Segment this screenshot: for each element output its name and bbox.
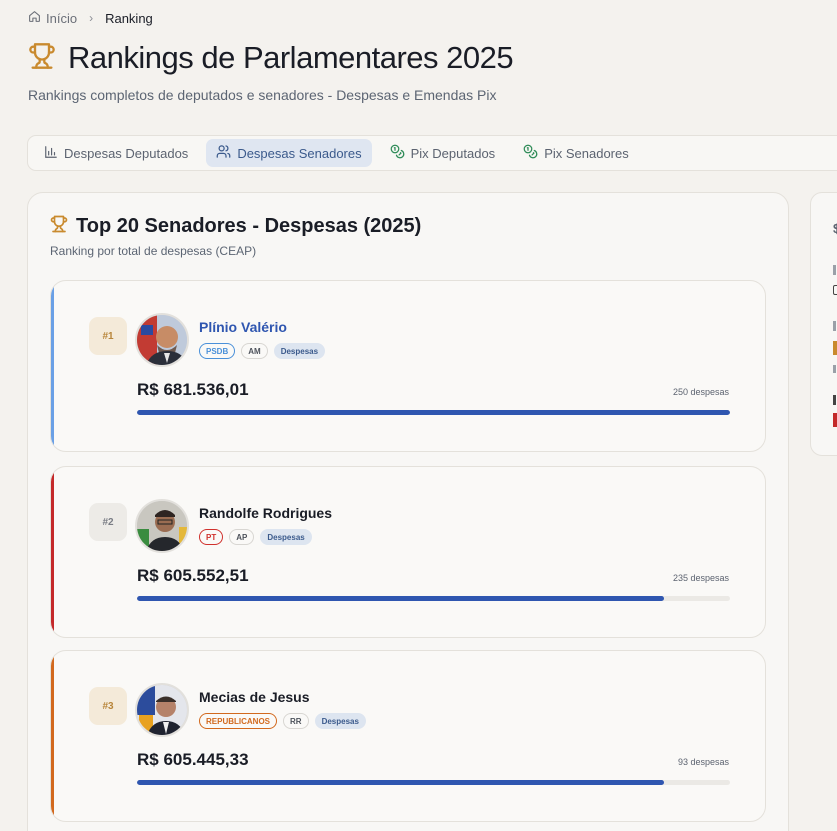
- section-header: Top 20 Senadores - Despesas (2025): [50, 215, 421, 238]
- state-tag: AM: [241, 343, 268, 359]
- summary-label-fragment: [833, 321, 836, 331]
- expense-count: 235 despesas: [672, 573, 729, 583]
- avatar: [135, 683, 189, 737]
- category-tag: Despesas: [273, 343, 326, 359]
- summary-value-fragment: [833, 413, 837, 427]
- expense-total: R$ 605.552,51: [137, 566, 249, 585]
- progress-bar: [137, 410, 730, 415]
- progress-bar: [137, 780, 730, 785]
- tag-list: PSDB AM Despesas: [199, 343, 326, 359]
- tab-label: Despesas Deputados: [64, 145, 189, 161]
- state-tag: RR: [283, 713, 309, 729]
- section-title: Top 20 Senadores - Despesas (2025): [76, 215, 422, 237]
- senator-name[interactable]: Mecias de Jesus: [199, 689, 310, 705]
- breadcrumb: Início › Ranking: [28, 10, 153, 26]
- rank-accent-stripe: [51, 281, 54, 451]
- rank-badge: #2: [89, 503, 127, 541]
- tab-despesas-deputados[interactable]: Despesas Deputados: [34, 139, 198, 167]
- avatar: [135, 313, 189, 367]
- home-icon: [28, 10, 41, 26]
- tab-label: Pix Senadores: [544, 145, 629, 161]
- bar-chart-icon: [44, 145, 58, 162]
- senators-ranking-card: Top 20 Senadores - Despesas (2025) Ranki…: [27, 192, 789, 831]
- summary-value-fragment: [833, 341, 837, 355]
- calendar-icon: [833, 285, 837, 295]
- state-tag: AP: [229, 529, 255, 545]
- ranking-item[interactable]: #2 Randolfe Rodrigues PT AP Despesas R$ …: [50, 466, 766, 638]
- summary-label-fragment: [833, 265, 836, 275]
- rank-accent-stripe: [51, 651, 54, 821]
- chevron-right-icon: ›: [89, 11, 94, 25]
- expense-total: R$ 605.445,33: [137, 750, 249, 769]
- coins-icon: [523, 144, 538, 162]
- category-tag: Despesas: [260, 529, 312, 545]
- party-tag: PT: [199, 529, 224, 545]
- tab-label: Despesas Senadores: [237, 145, 362, 161]
- ranking-item[interactable]: #3 Mecias de Jesus REPUBLICANOS RR Despe…: [50, 650, 766, 822]
- summary-icon: $: [833, 221, 837, 236]
- progress-fill: [137, 410, 730, 415]
- breadcrumb-home-label: Início: [46, 10, 78, 26]
- category-tag: Despesas: [314, 713, 366, 729]
- tab-despesas-senadores[interactable]: Despesas Senadores: [206, 139, 372, 167]
- ranking-item[interactable]: #1 Plínio Valério PSDB AM Despesas R$ 68…: [50, 280, 766, 452]
- progress-fill: [137, 780, 664, 785]
- tag-list: PT AP Despesas: [199, 529, 312, 545]
- expense-count: 250 despesas: [672, 387, 729, 397]
- page-title: Rankings de Parlamentares 2025: [68, 40, 514, 75]
- tab-pix-deputados[interactable]: Pix Deputados: [380, 139, 506, 167]
- rank-badge: #1: [89, 317, 127, 355]
- trophy-icon: [28, 42, 56, 75]
- users-icon: [216, 144, 231, 162]
- rank-badge: #3: [89, 687, 127, 725]
- rank-accent-stripe: [51, 467, 54, 637]
- ranking-tabs: Despesas Deputados Despesas Senadores Pi…: [27, 135, 837, 171]
- summary-label-fragment: [833, 395, 836, 405]
- tag-list: REPUBLICANOS RR Despesas: [199, 713, 366, 729]
- senator-name[interactable]: Randolfe Rodrigues: [199, 505, 332, 521]
- progress-bar: [137, 596, 730, 601]
- summary-card: $: [810, 192, 837, 456]
- coins-icon: [390, 144, 405, 162]
- party-tag: PSDB: [199, 343, 236, 359]
- breadcrumb-current: Ranking: [105, 10, 153, 26]
- summary-label-fragment: [833, 365, 836, 373]
- page-header: Rankings de Parlamentares 2025: [28, 40, 514, 76]
- section-subtitle: Ranking por total de despesas (CEAP): [50, 244, 257, 258]
- tab-pix-senadores[interactable]: Pix Senadores: [513, 139, 639, 167]
- breadcrumb-home-link[interactable]: Início: [28, 10, 77, 26]
- progress-fill: [137, 596, 665, 601]
- avatar: [135, 499, 189, 553]
- tab-label: Pix Deputados: [410, 145, 496, 161]
- page-subtitle: Rankings completos de deputados e senado…: [28, 87, 497, 103]
- party-tag: REPUBLICANOS: [199, 713, 278, 729]
- expense-count: 93 despesas: [677, 757, 729, 767]
- senator-name[interactable]: Plínio Valério: [199, 319, 287, 335]
- expense-total: R$ 681.536,01: [137, 380, 249, 399]
- trophy-icon: [50, 215, 68, 238]
